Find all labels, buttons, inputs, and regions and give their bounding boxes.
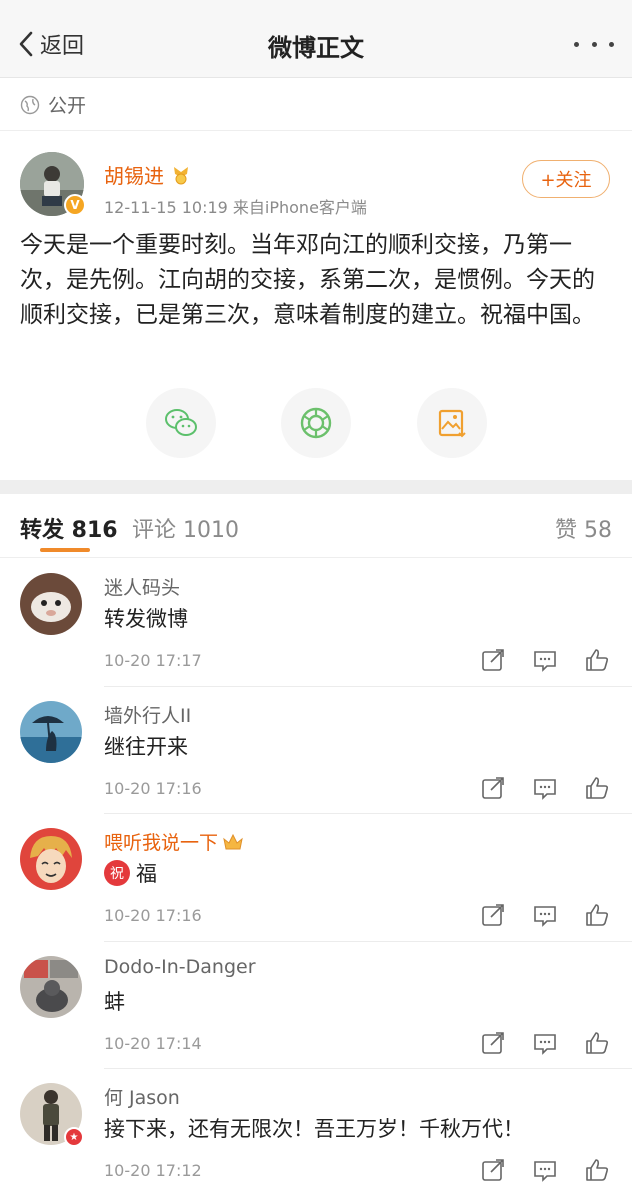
list-item[interactable]: Dodo-In-Danger 蚌 10-20 17:14 (0, 942, 632, 1069)
share-moments-button[interactable] (281, 388, 351, 458)
repost-list: 迷人码头 转发微博 10-20 17:17 墙外行人II 继往开来 10-20 … (0, 559, 632, 1197)
tab-likes[interactable]: 赞 58 (555, 512, 612, 544)
avatar[interactable] (20, 573, 82, 635)
medal-icon (174, 166, 188, 184)
tab-comments[interactable]: 评论 1010 (132, 512, 239, 544)
comment-icon[interactable] (532, 902, 558, 928)
follow-button[interactable]: +关注 (522, 160, 610, 198)
item-actions (480, 647, 610, 673)
save-image-button[interactable] (417, 388, 487, 458)
list-item[interactable]: 迷人码头 转发微博 10-20 17:17 (0, 559, 632, 687)
repost-icon[interactable] (480, 775, 506, 801)
crown-icon (223, 833, 243, 849)
timestamp: 10-20 17:17 (104, 651, 202, 670)
share-wechat-button[interactable] (146, 388, 216, 458)
username[interactable]: 迷人码头 (104, 573, 180, 600)
more-icon[interactable] (574, 30, 614, 58)
repost-icon[interactable] (480, 902, 506, 928)
username[interactable]: Dodo-In-Danger (104, 956, 256, 978)
repost-icon[interactable] (480, 1030, 506, 1056)
nav-bar: 返回 微博正文 (0, 0, 632, 78)
avatar[interactable] (20, 955, 82, 1018)
visibility-row: 公开 (0, 79, 632, 131)
repost-text: 接下来，还有无限次！吾王万岁！千秋万代！ (104, 1117, 524, 1141)
repost-text: 蚌 (104, 989, 125, 1014)
like-icon[interactable] (584, 902, 610, 928)
item-actions (480, 902, 610, 928)
list-item[interactable]: 墙外行人II 继往开来 10-20 17:16 (0, 687, 632, 814)
tab-indicator (40, 548, 90, 552)
list-item[interactable]: ★ 何 Jason 接下来，还有无限次！吾王万岁！千秋万代！ 10-20 17:… (0, 1069, 632, 1197)
repost-text: 祝 福 (104, 858, 157, 888)
section-gap (0, 480, 632, 494)
post-meta: 12-11-15 10:19 来自iPhone客户端 (104, 198, 367, 217)
comment-icon[interactable] (532, 647, 558, 673)
avatar[interactable] (20, 700, 82, 763)
moments-icon (300, 407, 332, 439)
timestamp: 10-20 17:14 (104, 1033, 202, 1053)
globe-icon (20, 95, 40, 114)
post-text: 今天是一个重要时刻。当年邓向江的顺利交接，乃第一次，是先例。江向胡的交接，系第二… (20, 232, 595, 328)
author-name-text: 胡锡进 (104, 164, 164, 188)
timestamp: 10-20 17:16 (104, 906, 202, 925)
username[interactable]: 喂听我说一下 (104, 828, 244, 855)
wechat-icon (165, 409, 197, 436)
like-icon[interactable] (584, 775, 610, 801)
visibility-label: 公开 (48, 95, 87, 117)
item-actions (480, 1157, 610, 1183)
timestamp: 10-20 17:12 (104, 1161, 202, 1180)
repost-text: 继往开来 (104, 734, 188, 759)
comment-icon[interactable] (532, 1030, 558, 1056)
verified-badge: V (64, 194, 86, 216)
verified-badge: ★ (64, 1127, 84, 1147)
tab-reposts[interactable]: 转发 816 (20, 512, 118, 544)
repost-text-content: 福 (136, 862, 157, 886)
blessing-badge: 祝 (104, 860, 130, 886)
like-icon[interactable] (584, 1157, 610, 1183)
avatar[interactable] (20, 828, 82, 890)
comment-icon[interactable] (532, 1157, 558, 1183)
item-actions (480, 1030, 610, 1056)
repost-text: 转发微博 (104, 607, 188, 631)
post: V 胡锡进 12-11-15 10:19 来自iPhone客户端 +关注 今天是… (0, 132, 632, 480)
list-item[interactable]: 喂听我说一下 祝 福 10-20 17:16 (0, 814, 632, 942)
timestamp: 10-20 17:16 (104, 778, 202, 798)
username[interactable]: 何 Jason (104, 1083, 180, 1110)
page-title: 微博正文 (268, 34, 364, 62)
save-image-icon (438, 409, 466, 438)
share-row (0, 388, 632, 460)
author-name[interactable]: 胡锡进 (104, 160, 192, 189)
repost-icon[interactable] (480, 647, 506, 673)
username[interactable]: 墙外行人II (104, 701, 191, 728)
comment-icon[interactable] (532, 775, 558, 801)
like-icon[interactable] (584, 647, 610, 673)
item-actions (480, 775, 610, 801)
tab-bar: 转发 816 评论 1010 赞 58 (0, 494, 632, 558)
username-text: 喂听我说一下 (104, 832, 219, 854)
like-icon[interactable] (584, 1030, 610, 1056)
repost-icon[interactable] (480, 1157, 506, 1183)
